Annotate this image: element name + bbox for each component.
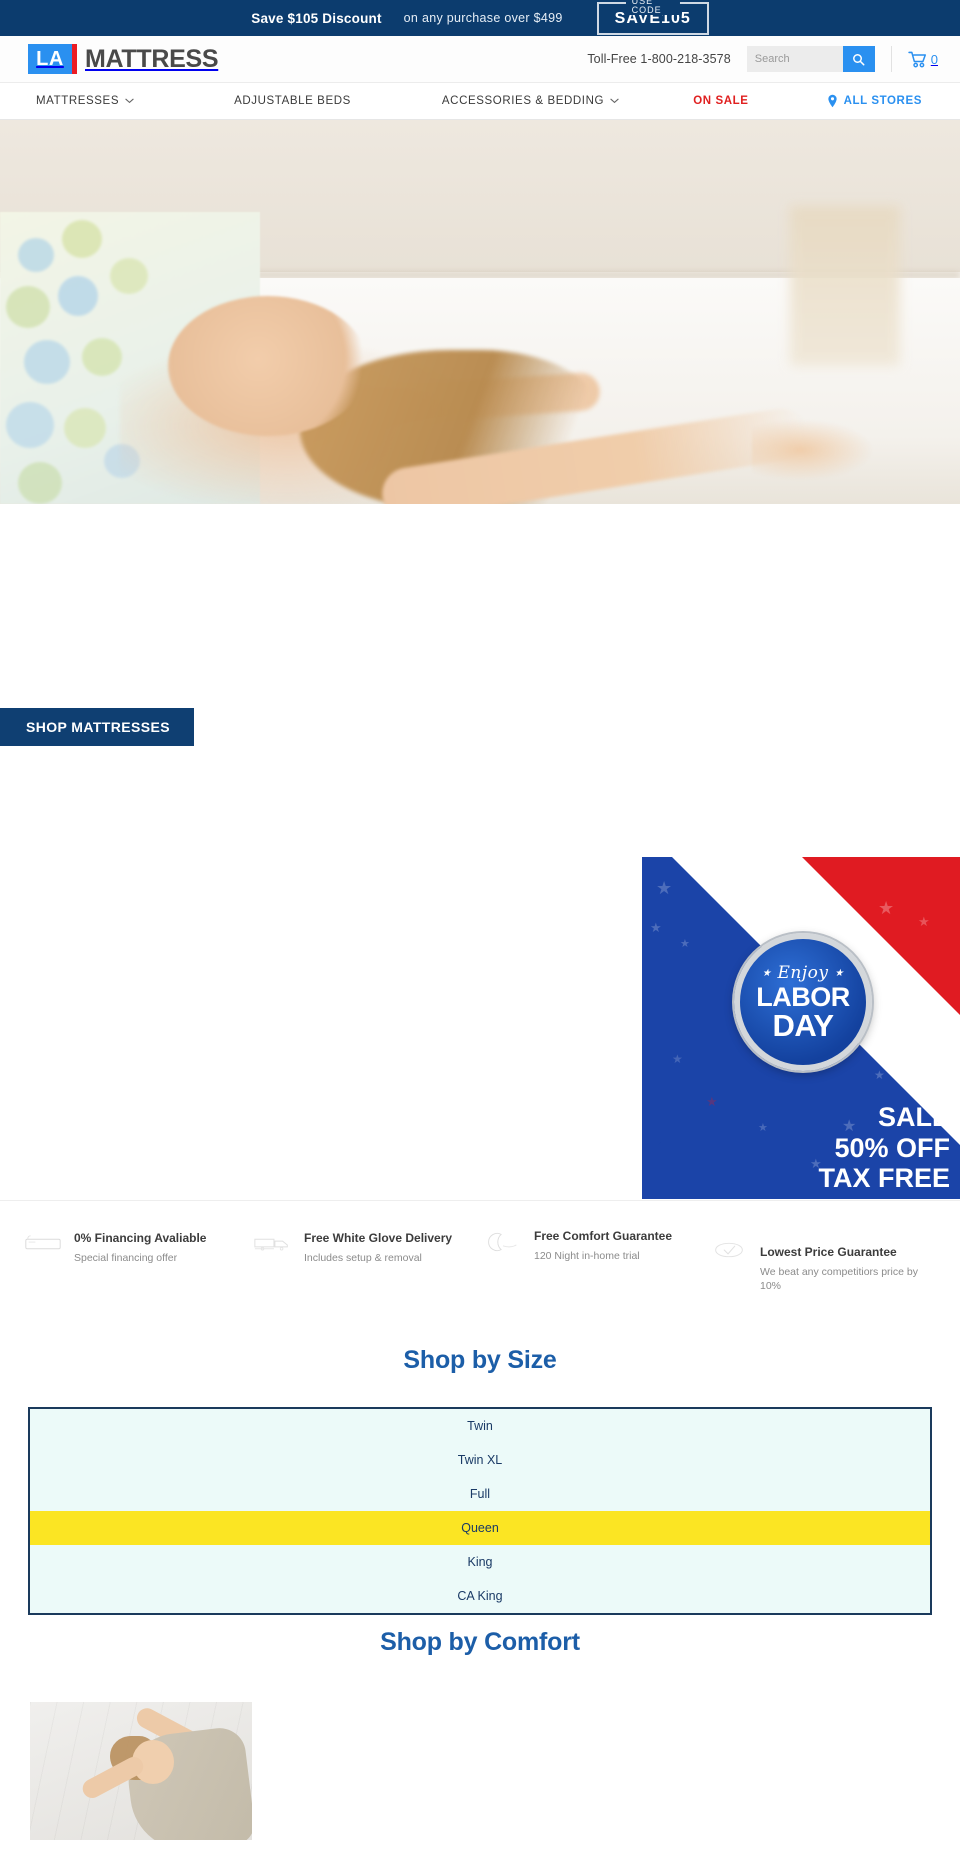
search-button[interactable] — [842, 46, 875, 72]
star-icon: ★ — [762, 967, 772, 979]
offer-line-sale: SALE — [877, 1102, 950, 1133]
moon-icon — [488, 1232, 517, 1252]
offer-line-tax: TAX FREE — [818, 1162, 950, 1193]
nav-label-adjustable-beds: ADJUSTABLE BEDS — [234, 95, 351, 107]
use-code-label: USE CODE — [625, 0, 680, 15]
feature-title: Free Comfort Guarantee — [534, 1229, 673, 1243]
shop-by-size-title: Shop by Size — [403, 1346, 557, 1374]
location-pin-icon — [827, 94, 837, 108]
feature-lowest-price: Lowest Price Guarantee We beat any compe… — [708, 1242, 940, 1293]
star-icon: ★ — [834, 967, 844, 979]
size-option-full[interactable]: Full — [30, 1477, 930, 1511]
promo-banner: Save $105 Discount on any purchase over … — [0, 0, 960, 36]
logo-mark: LA — [28, 44, 77, 74]
shop-by-comfort-section: Shop by Comfort — [0, 1628, 960, 1840]
nav-label-all-stores: ALL STORES — [843, 95, 922, 107]
shop-by-size-section: Shop by Size Twin Twin XL Full Queen Kin… — [0, 1346, 960, 1615]
site-logo[interactable]: LA MATTRESS — [28, 44, 219, 74]
cart-button[interactable]: 0 — [890, 46, 938, 72]
search-icon — [853, 53, 865, 65]
feature-financing-body: 0% Financing Avaliable Special financing… — [74, 1231, 206, 1265]
nav-item-accessories-bedding[interactable]: ACCESSORIES & BEDDING — [442, 95, 619, 107]
size-option-queen[interactable]: Queen — [30, 1511, 930, 1545]
feature-comfort-guarantee: Free Comfort Guarantee 120 Night in-home… — [482, 1229, 672, 1263]
offer-line-discount: 50% OFF — [834, 1132, 950, 1163]
feature-delivery: Free White Glove Delivery Includes setup… — [252, 1231, 452, 1265]
feature-comfort-body: Free Comfort Guarantee 120 Night in-home… — [534, 1229, 672, 1263]
size-option-ca-king[interactable]: CA King — [30, 1579, 930, 1613]
hero-image[interactable] — [0, 120, 960, 504]
promo-code-box: USE CODE SAVE105 — [596, 0, 709, 35]
chevron-down-icon — [610, 98, 619, 104]
promo-subtext: on any purchase over $499 — [403, 11, 563, 25]
main-navigation: MATTRESSES ADJUSTABLE BEDS ACCESSORIES &… — [0, 83, 960, 120]
hero-background-object — [790, 206, 900, 366]
header-utilities: Toll-Free 1-800-218-3578 0 — [587, 46, 938, 72]
labor-day-promo-banner[interactable]: ★ ★ ★ ★ ★ ★ ★ ★ ★ ★ ★ ★ ★ ★ ★ Enjoy ★ LA… — [642, 857, 960, 1199]
cart-icon — [908, 51, 926, 67]
size-option-twin-xl[interactable]: Twin XL — [30, 1443, 930, 1477]
nav-item-mattresses[interactable]: MATTRESSES — [36, 95, 134, 107]
badge-enjoy-row: ★ Enjoy ★ — [762, 963, 844, 983]
nav-label-mattresses: MATTRESSES — [36, 95, 120, 107]
badge-day-text: DAY — [772, 1007, 834, 1043]
labor-day-badge: ★ Enjoy ★ LABOR DAY — [734, 933, 872, 1071]
hero-cta-zone: SHOP MATTRESSES — [0, 504, 960, 864]
chevron-down-icon — [125, 98, 134, 104]
badge-enjoy-text: Enjoy — [777, 963, 829, 984]
nav-item-all-stores[interactable]: ALL STORES — [827, 94, 922, 108]
credit-card-icon — [25, 1235, 61, 1250]
labor-day-offer-text: SALE 50% OFF TAX FREE — [818, 1102, 950, 1193]
feature-title: Lowest Price Guarantee — [760, 1245, 897, 1259]
hero-subject-hand — [752, 420, 872, 480]
feature-title: Free White Glove Delivery — [304, 1231, 453, 1245]
feature-subtitle: We beat any competitiors price by 10% — [760, 1266, 918, 1293]
feature-subtitle: 120 Night in-home trial — [534, 1250, 640, 1262]
size-option-king[interactable]: King — [30, 1545, 930, 1579]
feature-financing: 0% Financing Avaliable Special financing… — [22, 1231, 206, 1265]
feature-subtitle: Includes setup & removal — [304, 1252, 422, 1264]
size-option-twin[interactable]: Twin — [30, 1409, 930, 1443]
feature-lowest-price-body: Lowest Price Guarantee We beat any compe… — [760, 1245, 940, 1293]
nav-label-on-sale: ON SALE — [693, 95, 749, 107]
search-input[interactable] — [746, 46, 843, 72]
site-header: LA MATTRESS Toll-Free 1-800-218-3578 0 — [0, 36, 960, 83]
feature-title: 0% Financing Avaliable — [74, 1231, 207, 1245]
hero-subject-head — [168, 296, 368, 436]
size-list: Twin Twin XL Full Queen King CA King — [28, 1407, 932, 1615]
nav-item-adjustable-beds[interactable]: ADJUSTABLE BEDS — [234, 95, 351, 107]
toll-free-phone[interactable]: Toll-Free 1-800-218-3578 — [587, 52, 730, 66]
comfort-product-image[interactable] — [30, 1702, 252, 1840]
feature-subtitle: Special financing offer — [74, 1252, 178, 1264]
nav-label-accessories-bedding: ACCESSORIES & BEDDING — [441, 95, 605, 107]
shop-mattresses-button[interactable]: SHOP MATTRESSES — [0, 708, 194, 746]
delivery-truck-icon — [254, 1238, 288, 1251]
badge-labor-text: LABOR — [756, 982, 850, 1013]
nav-item-on-sale[interactable]: ON SALE — [693, 95, 748, 107]
features-bar: 0% Financing Avaliable Special financing… — [0, 1200, 960, 1340]
price-tag-icon — [715, 1242, 743, 1258]
feature-delivery-body: Free White Glove Delivery Includes setup… — [304, 1231, 452, 1265]
search-form — [746, 46, 875, 72]
logo-text: MATTRESS — [85, 44, 219, 73]
promo-headline: Save $105 Discount — [251, 10, 382, 26]
shop-by-comfort-title: Shop by Comfort — [380, 1628, 580, 1656]
cart-count: 0 — [930, 51, 938, 67]
